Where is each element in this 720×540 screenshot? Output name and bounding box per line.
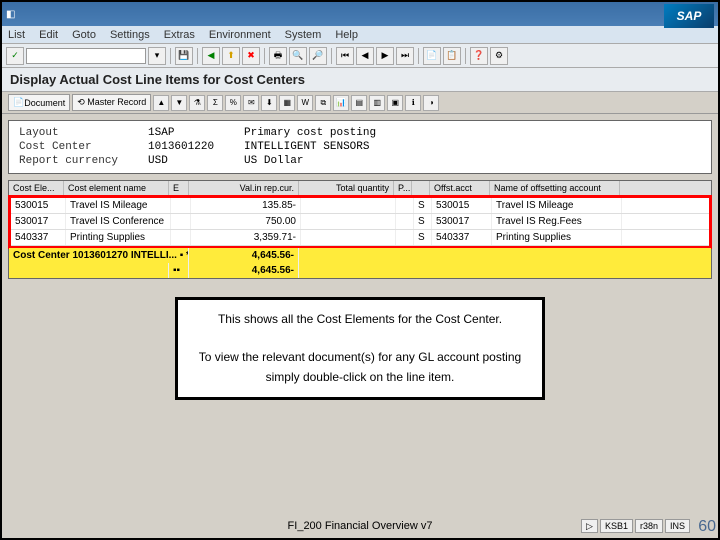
costcenter-label: Cost Center — [19, 141, 118, 153]
costcenter-desc: INTELLIGENT SENSORS — [244, 141, 376, 153]
currency-label: Report currency — [19, 155, 118, 167]
instruction-callout: This shows all the Cost Elements for the… — [175, 297, 545, 400]
exit-icon[interactable]: ⬆ — [222, 47, 240, 65]
col-e[interactable]: E — [169, 181, 189, 195]
menubar: List Edit Goto Settings Extras Environme… — [2, 26, 718, 44]
currency-value: USD — [148, 155, 214, 167]
page-title: Display Actual Cost Line Items for Cost … — [2, 68, 718, 92]
back-icon[interactable]: ◀ — [202, 47, 220, 65]
info-icon[interactable]: ℹ — [405, 95, 421, 111]
prev-page-icon[interactable]: ◀ — [356, 47, 374, 65]
filter-icon[interactable]: ⚗ — [189, 95, 205, 111]
layout-value: 1SAP — [148, 127, 214, 139]
menu-extras[interactable]: Extras — [164, 29, 195, 41]
footer-title: FI_200 Financial Overview v7 — [288, 520, 433, 532]
shortcut-icon[interactable]: 📋 — [443, 47, 461, 65]
col-elemname[interactable]: Cost element name — [64, 181, 169, 195]
app-menu-icon[interactable]: ◧ — [6, 9, 15, 20]
grid-header: Cost Ele... Cost element name E Val.in r… — [9, 181, 711, 196]
chart-icon[interactable]: 📊 — [333, 95, 349, 111]
col-offset[interactable]: Offst.acct — [430, 181, 490, 195]
costcenter-value: 1013601220 — [148, 141, 214, 153]
sum-icon[interactable]: Σ — [207, 95, 223, 111]
sort-desc-icon[interactable]: ▼ — [171, 95, 187, 111]
titlebar: ◧ ▁ ▢ ✕ SAP — [2, 2, 718, 26]
footer: FI_200 Financial Overview v7 ▷ KSB1 r38n… — [2, 516, 718, 536]
command-field[interactable] — [26, 48, 146, 64]
col-value[interactable]: Val.in rep.cur. — [189, 181, 299, 195]
slide-number: 60 — [698, 518, 716, 536]
mail-icon[interactable]: ✉ — [243, 95, 259, 111]
layout-label: Layout — [19, 127, 118, 139]
enter-icon[interactable]: ✓ — [6, 47, 24, 65]
instruction-line1: This shows all the Cost Elements for the… — [192, 310, 528, 329]
master-record-button[interactable]: ⟲ Master Record — [72, 94, 151, 111]
menu-settings[interactable]: Settings — [110, 29, 150, 41]
col-qty[interactable]: Total quantity — [299, 181, 394, 195]
status-system: r38n — [635, 519, 663, 533]
find-icon[interactable]: 🔍 — [289, 47, 307, 65]
findnext-icon[interactable]: 🔎 — [309, 47, 327, 65]
menu-system[interactable]: System — [285, 29, 322, 41]
document-button[interactable]: 📄 Document — [8, 94, 70, 111]
menu-list[interactable]: List — [8, 29, 25, 41]
save-icon[interactable]: 💾 — [175, 47, 193, 65]
sap-logo: SAP — [664, 4, 714, 28]
layout-desc: Primary cost posting — [244, 127, 376, 139]
menu-help[interactable]: Help — [335, 29, 358, 41]
export-icon[interactable]: ⬇ — [261, 95, 277, 111]
help-icon[interactable]: ❓ — [470, 47, 488, 65]
layout-icon[interactable]: ⚙ — [490, 47, 508, 65]
layout-change-icon[interactable]: ▤ — [351, 95, 367, 111]
standard-toolbar: ✓ ▾ 💾 ◀ ⬆ ✖ 🖶 🔍 🔎 ⏮ ◀ ▶ ⏭ 📄 📋 ❓ ⚙ — [2, 44, 718, 68]
excel-icon[interactable]: ▦ — [279, 95, 295, 111]
first-page-icon[interactable]: ⏮ — [336, 47, 354, 65]
menu-environment[interactable]: Environment — [209, 29, 271, 41]
selection-info-panel: Layout Cost Center Report currency 1SAP … — [8, 120, 712, 174]
instruction-line2: To view the relevant document(s) for any… — [192, 348, 528, 386]
status-nav[interactable]: ▷ — [581, 519, 598, 533]
grand-total-row[interactable]: ▪▪ 4,645.56- — [9, 263, 711, 278]
create-session-icon[interactable]: 📄 — [423, 47, 441, 65]
status-mode: INS — [665, 519, 690, 533]
col-offsetname[interactable]: Name of offsetting account — [490, 181, 620, 195]
subtotal-row[interactable]: Cost Center 1013601270 INTELLI... ▪ * 4,… — [9, 248, 711, 263]
status-bar: ▷ KSB1 r38n INS — [581, 519, 690, 533]
table-row[interactable]: 540337 Printing Supplies 3,359.71- S 540… — [11, 230, 709, 246]
col-p[interactable]: P... — [394, 181, 412, 195]
status-tcode: KSB1 — [600, 519, 633, 533]
col-s[interactable] — [412, 181, 430, 195]
print-icon[interactable]: 🖶 — [269, 47, 287, 65]
menu-goto[interactable]: Goto — [72, 29, 96, 41]
layout-save-icon[interactable]: ▣ — [387, 95, 403, 111]
menu-edit[interactable]: Edit — [39, 29, 58, 41]
currency-desc: US Dollar — [244, 155, 376, 167]
table-row[interactable]: 530017 Travel IS Conference 750.00 S 530… — [11, 214, 709, 230]
table-row[interactable]: 530015 Travel IS Mileage 135.85- S 53001… — [11, 198, 709, 214]
sort-asc-icon[interactable]: ▲ — [153, 95, 169, 111]
layout-select-icon[interactable]: ▥ — [369, 95, 385, 111]
selections-icon[interactable]: ◑ — [423, 95, 439, 111]
subtotal-icon[interactable]: % — [225, 95, 241, 111]
application-toolbar: 📄 Document ⟲ Master Record ▲ ▼ ⚗ Σ % ✉ ⬇… — [2, 92, 718, 114]
cancel-icon[interactable]: ✖ — [242, 47, 260, 65]
next-page-icon[interactable]: ▶ — [376, 47, 394, 65]
highlighted-rows: 530015 Travel IS Mileage 135.85- S 53001… — [8, 195, 712, 249]
dropdown-icon[interactable]: ▾ — [148, 47, 166, 65]
col-costelem[interactable]: Cost Ele... — [9, 181, 64, 195]
line-items-grid: Cost Ele... Cost element name E Val.in r… — [8, 180, 712, 279]
word-icon[interactable]: W — [297, 95, 313, 111]
last-page-icon[interactable]: ⏭ — [396, 47, 414, 65]
abc-icon[interactable]: ⧉ — [315, 95, 331, 111]
